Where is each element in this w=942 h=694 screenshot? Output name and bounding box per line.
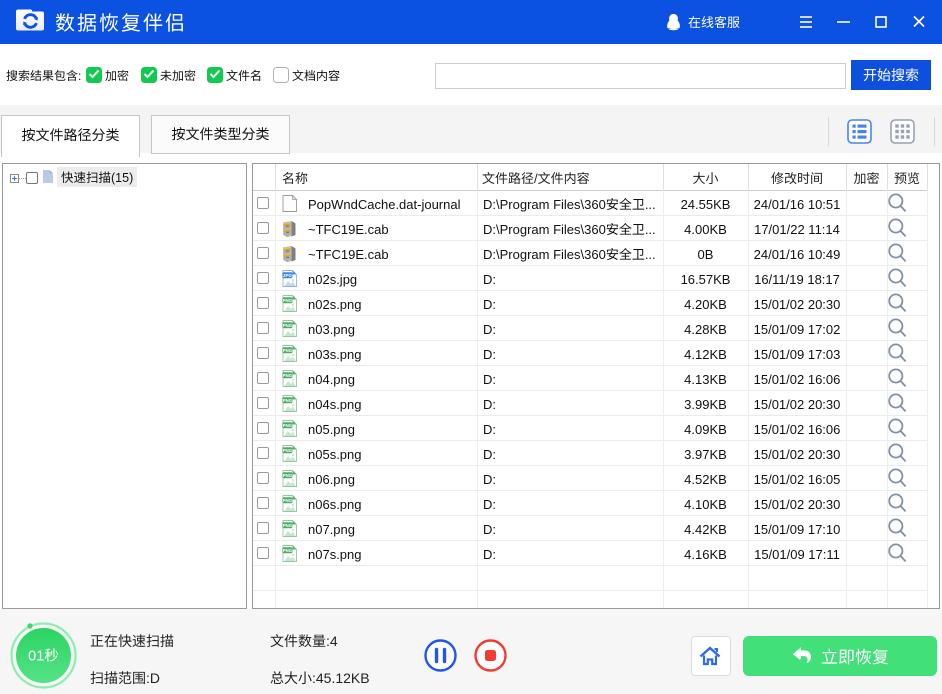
svg-text:PNG: PNG xyxy=(283,448,293,453)
svg-text:PNG: PNG xyxy=(283,548,293,553)
svg-text:01秒: 01秒 xyxy=(28,645,59,666)
svg-text:PNG: PNG xyxy=(283,323,293,328)
svg-text:PNG: PNG xyxy=(283,348,293,353)
svg-text:PNG: PNG xyxy=(283,498,293,503)
svg-text:PNG: PNG xyxy=(283,373,293,378)
svg-text:PNG: PNG xyxy=(283,298,293,303)
svg-text:PNG: PNG xyxy=(283,423,293,428)
svg-text:PNG: PNG xyxy=(283,398,293,403)
svg-text:PNG: PNG xyxy=(283,523,293,528)
svg-text:JPG: JPG xyxy=(283,273,293,278)
svg-text:PNG: PNG xyxy=(283,473,293,478)
